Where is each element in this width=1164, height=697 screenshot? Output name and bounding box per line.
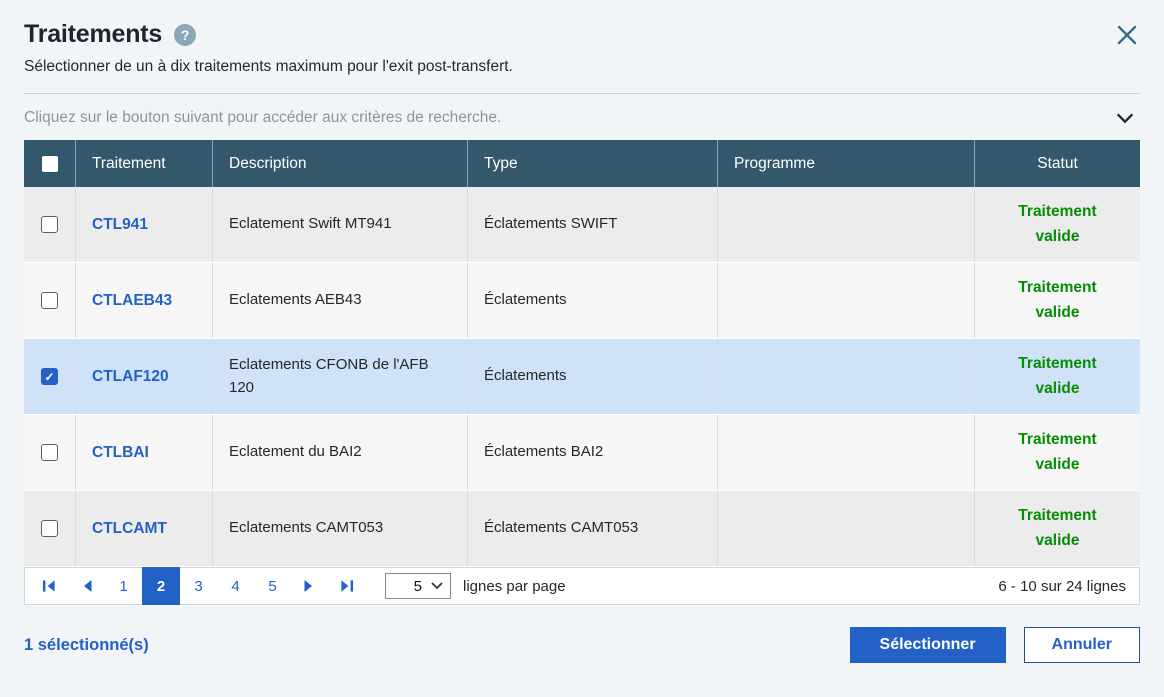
previous-page-icon[interactable] <box>68 568 105 604</box>
programme-cell <box>718 491 975 566</box>
row-checkbox-cell: ✓ <box>24 339 76 414</box>
programme-cell <box>718 339 975 414</box>
description-cell: Eclatements CAMT053 <box>213 491 468 566</box>
treatment-code-cell: CTLBAI <box>76 415 213 490</box>
row-checkbox[interactable] <box>41 292 58 309</box>
select-button[interactable]: Sélectionner <box>850 627 1006 663</box>
column-header-programme: Programme <box>718 140 975 187</box>
type-cell: Éclatements SWIFT <box>468 187 718 262</box>
treatment-code-cell: CTLAEB43 <box>76 263 213 338</box>
select-all-cell <box>24 140 76 187</box>
row-checkbox[interactable] <box>41 444 58 461</box>
programme-cell <box>718 263 975 338</box>
search-criteria-toggle-row: Cliquez sur le bouton suivant pour accéd… <box>24 94 1140 140</box>
status-cell: Traitement valide <box>975 415 1140 490</box>
column-header-type: Type <box>468 140 718 187</box>
status-cell: Traitement valide <box>975 263 1140 338</box>
table-row: CTLCAMT Eclatements CAMT053Éclatements CA… <box>24 491 1140 567</box>
cancel-button[interactable]: Annuler <box>1024 627 1140 663</box>
row-checkbox[interactable] <box>41 216 58 233</box>
page-size-select[interactable]: 5 <box>385 573 451 599</box>
table-row: CTLBAI Eclatement du BAI2Éclatements BAI2… <box>24 415 1140 491</box>
treatments-table: Traitement Description Type Programme St… <box>24 140 1140 567</box>
dialog-subtitle: Sélectionner de un à dix traitements max… <box>24 58 1140 76</box>
description-cell: Eclatements CFONB de l'AFB 120 <box>213 339 468 414</box>
type-cell: Éclatements <box>468 339 718 414</box>
description-cell: Eclatement Swift MT941 <box>213 187 468 262</box>
status-badge: Traitement valide <box>1003 428 1113 478</box>
pagination-bar: 12345 5 lignes par page 6 - 10 sur 24 li… <box>24 567 1140 605</box>
chevron-down-icon[interactable] <box>1114 107 1140 129</box>
row-checkbox-cell <box>24 415 76 490</box>
row-checkbox-cell <box>24 263 76 338</box>
treatment-code-link[interactable]: CTL941 <box>92 213 148 236</box>
page-button-2[interactable]: 2 <box>142 567 180 605</box>
help-icon[interactable]: ? <box>174 24 196 46</box>
type-cell: Éclatements <box>468 263 718 338</box>
treatment-code-link[interactable]: CTLAF120 <box>92 365 169 388</box>
select-all-checkbox[interactable] <box>42 156 58 172</box>
table-row: CTLAEB43 Eclatements AEB43Éclatements Trai… <box>24 263 1140 339</box>
range-label: 6 - 10 sur 24 lignes <box>998 578 1139 595</box>
last-page-icon[interactable] <box>328 568 365 604</box>
page-numbers: 12345 <box>105 567 291 605</box>
treatment-code-cell: CTLAF120 <box>76 339 213 414</box>
treatment-code-link[interactable]: CTLAEB43 <box>92 289 172 312</box>
treatment-code-cell: CTLCAMT <box>76 491 213 566</box>
page-button-5[interactable]: 5 <box>254 568 291 604</box>
treatment-code-cell: CTL941 <box>76 187 213 262</box>
treatment-code-link[interactable]: CTLBAI <box>92 441 149 464</box>
column-header-statut: Statut <box>975 140 1140 187</box>
column-header-description: Description <box>213 140 468 187</box>
type-cell: Éclatements CAMT053 <box>468 491 718 566</box>
treatment-code-link[interactable]: CTLCAMT <box>92 517 167 540</box>
type-cell: Éclatements BAI2 <box>468 415 718 490</box>
status-cell: Traitement valide <box>975 491 1140 566</box>
table-row: CTL941 Eclatement Swift MT941Éclatements … <box>24 187 1140 263</box>
status-badge: Traitement valide <box>1003 504 1113 554</box>
column-header-traitement: Traitement <box>76 140 213 187</box>
page-button-4[interactable]: 4 <box>217 568 254 604</box>
page-button-3[interactable]: 3 <box>180 568 217 604</box>
dialog-footer: 1 sélectionné(s) Sélectionner Annuler <box>24 627 1140 663</box>
footer-buttons: Sélectionner Annuler <box>850 627 1140 663</box>
next-page-icon[interactable] <box>291 568 328 604</box>
status-badge: Traitement valide <box>1003 200 1113 250</box>
close-icon[interactable] <box>1114 22 1140 48</box>
page-size-value: 5 <box>414 578 422 595</box>
description-cell: Eclatement du BAI2 <box>213 415 468 490</box>
page-size-label: lignes par page <box>463 578 566 595</box>
row-checkbox[interactable]: ✓ <box>41 368 58 385</box>
status-badge: Traitement valide <box>1003 276 1113 326</box>
first-page-icon[interactable] <box>31 568 68 604</box>
search-criteria-hint: Cliquez sur le bouton suivant pour accéd… <box>24 109 501 127</box>
page-title: Traitements <box>24 20 162 49</box>
table-row: ✓ CTLAF120 Eclatements CFONB de l'AFB 120É… <box>24 339 1140 415</box>
row-checkbox-cell <box>24 187 76 262</box>
description-cell: Eclatements AEB43 <box>213 263 468 338</box>
status-cell: Traitement valide <box>975 187 1140 262</box>
selected-count: 1 sélectionné(s) <box>24 636 149 655</box>
table-body: CTL941Eclatement Swift MT941Éclatements … <box>24 187 1140 567</box>
status-badge: Traitement valide <box>1003 352 1113 402</box>
page-button-1[interactable]: 1 <box>105 568 142 604</box>
row-checkbox[interactable] <box>41 520 58 537</box>
programme-cell <box>718 415 975 490</box>
row-checkbox-cell <box>24 491 76 566</box>
table-header-row: Traitement Description Type Programme St… <box>24 140 1140 187</box>
programme-cell <box>718 187 975 262</box>
status-cell: Traitement valide <box>975 339 1140 414</box>
dialog-header: Traitements ? <box>24 0 1140 49</box>
select-chevron-icon <box>431 582 443 590</box>
traitements-dialog: Traitements ? Sélectionner de un à dix t… <box>0 0 1164 697</box>
